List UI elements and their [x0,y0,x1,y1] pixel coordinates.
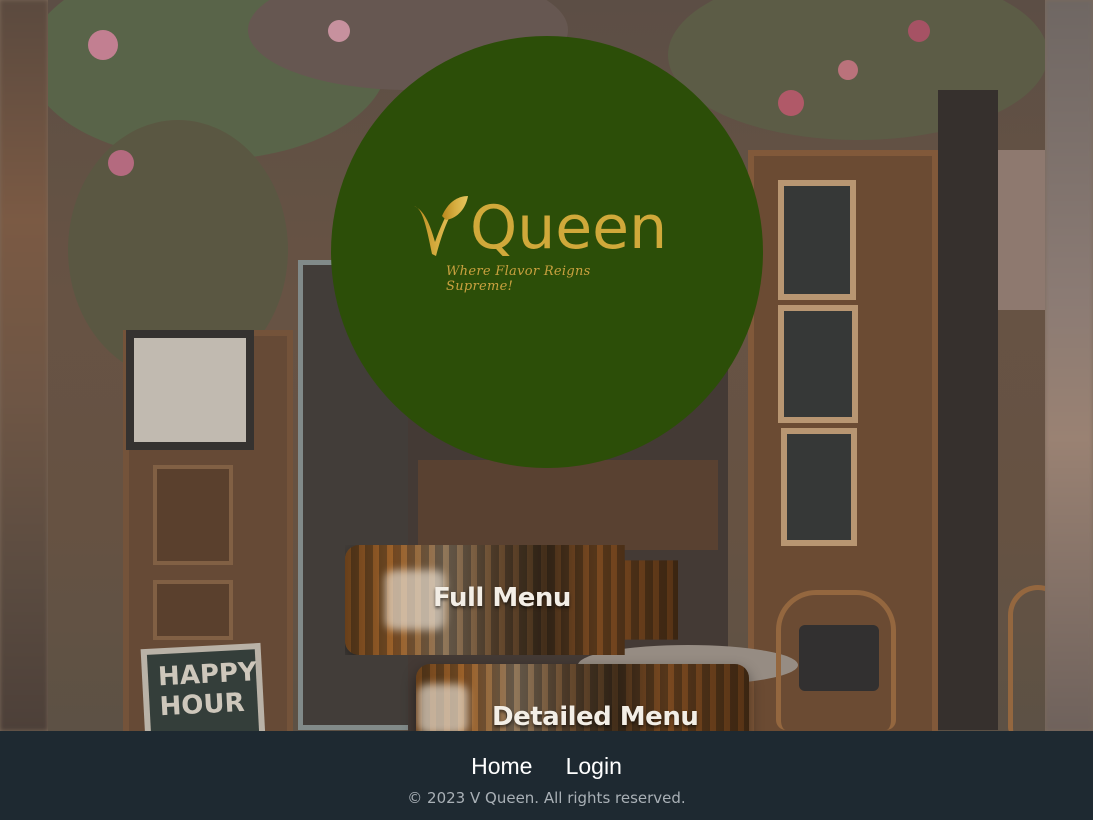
footer-link-login[interactable]: Login [566,753,622,779]
brand-name: Queen [470,193,668,263]
background-side-left [0,0,48,731]
full-menu-button[interactable]: Full Menu [345,545,678,655]
background-side-right [1045,0,1093,731]
footer-nav: Home Login [0,753,1093,780]
site-footer: Home Login © 2023 V Queen. All rights re… [0,731,1093,820]
detailed-menu-label: Detailed Menu [492,702,699,732]
brand-tagline: Where Flavor Reigns Supreme! [446,264,591,294]
full-menu-label: Full Menu [433,583,571,613]
copyright-text: © 2023 V Queen. All rights reserved. [407,789,686,807]
footer-link-home[interactable]: Home [471,753,532,779]
